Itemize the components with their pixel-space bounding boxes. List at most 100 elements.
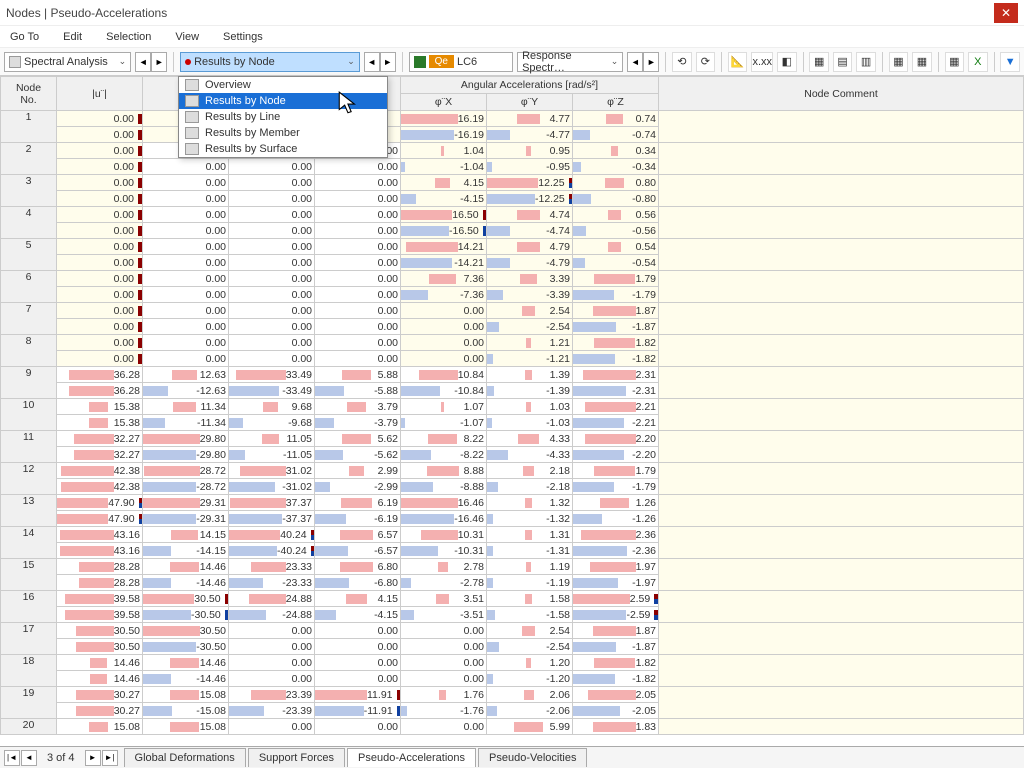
data-cell[interactable]: 0.00 — [315, 255, 401, 271]
data-cell[interactable]: -2.54 — [487, 639, 573, 655]
data-cell[interactable]: -37.37 — [229, 511, 315, 527]
comment-cell[interactable] — [659, 303, 1024, 335]
data-cell[interactable]: -11.05 — [229, 447, 315, 463]
node-id-cell[interactable]: 4 — [1, 207, 57, 239]
node-id-cell[interactable]: 13 — [1, 495, 57, 527]
last-page-button[interactable]: ►| — [102, 750, 118, 766]
data-cell[interactable]: 0.74 — [573, 111, 659, 127]
data-cell[interactable]: 0.00 — [143, 303, 229, 319]
data-cell[interactable]: 8.22 — [401, 431, 487, 447]
comment-cell[interactable] — [659, 463, 1024, 495]
tool-icon-4[interactable]: x.xx — [751, 52, 773, 72]
data-cell[interactable]: 2.05 — [573, 687, 659, 703]
comment-cell[interactable] — [659, 431, 1024, 463]
data-cell[interactable]: 0.00 — [57, 127, 143, 143]
data-cell[interactable]: 16.19 — [401, 111, 487, 127]
data-cell[interactable]: 0.00 — [229, 351, 315, 367]
data-cell[interactable]: 1.03 — [487, 399, 573, 415]
data-cell[interactable]: -2.59 — [573, 607, 659, 623]
footer-tab[interactable]: Pseudo-Accelerations — [347, 748, 476, 767]
data-cell[interactable]: 0.00 — [401, 719, 487, 735]
data-cell[interactable]: 0.00 — [315, 223, 401, 239]
data-cell[interactable]: 0.00 — [57, 271, 143, 287]
data-cell[interactable]: -1.39 — [487, 383, 573, 399]
comment-cell[interactable] — [659, 559, 1024, 591]
data-cell[interactable]: 0.00 — [401, 335, 487, 351]
data-cell[interactable]: 0.00 — [401, 351, 487, 367]
data-cell[interactable]: 0.00 — [401, 303, 487, 319]
prev-results-button[interactable]: ◄ — [364, 52, 380, 72]
data-cell[interactable]: 31.02 — [229, 463, 315, 479]
prev-lc-button[interactable]: ◄ — [627, 52, 643, 72]
filter-icon[interactable]: ▼ — [1000, 52, 1019, 72]
comment-cell[interactable] — [659, 335, 1024, 367]
data-cell[interactable]: 28.28 — [57, 559, 143, 575]
data-cell[interactable]: -2.99 — [315, 479, 401, 495]
comment-cell[interactable] — [659, 175, 1024, 207]
data-cell[interactable]: -8.22 — [401, 447, 487, 463]
data-cell[interactable]: 10.31 — [401, 527, 487, 543]
data-cell[interactable]: 29.31 — [143, 495, 229, 511]
node-id-cell[interactable]: 2 — [1, 143, 57, 175]
data-cell[interactable]: 0.00 — [57, 175, 143, 191]
data-cell[interactable]: -2.21 — [573, 415, 659, 431]
data-cell[interactable]: 1.31 — [487, 527, 573, 543]
data-cell[interactable]: -6.57 — [315, 543, 401, 559]
data-cell[interactable]: 0.00 — [229, 639, 315, 655]
data-cell[interactable]: 39.58 — [57, 607, 143, 623]
data-cell[interactable]: 1.87 — [573, 623, 659, 639]
footer-tab[interactable]: Pseudo-Velocities — [478, 748, 587, 767]
data-cell[interactable]: -1.76 — [401, 703, 487, 719]
comment-cell[interactable] — [659, 495, 1024, 527]
node-id-cell[interactable]: 7 — [1, 303, 57, 335]
data-cell[interactable]: 0.00 — [57, 159, 143, 175]
data-cell[interactable]: 0.00 — [315, 623, 401, 639]
next-page-button[interactable]: ► — [85, 750, 101, 766]
node-id-cell[interactable]: 17 — [1, 623, 57, 655]
tool-icon-1[interactable]: ⟲ — [672, 52, 691, 72]
data-cell[interactable]: 0.00 — [229, 671, 315, 687]
node-id-cell[interactable]: 19 — [1, 687, 57, 719]
tool-icon-11[interactable]: ▦ — [945, 52, 964, 72]
data-cell[interactable]: 1.58 — [487, 591, 573, 607]
data-cell[interactable]: -4.15 — [315, 607, 401, 623]
data-cell[interactable]: 0.00 — [315, 175, 401, 191]
data-cell[interactable]: 43.16 — [57, 543, 143, 559]
data-cell[interactable]: 0.00 — [315, 191, 401, 207]
data-cell[interactable]: -1.07 — [401, 415, 487, 431]
data-cell[interactable]: 0.00 — [229, 319, 315, 335]
data-cell[interactable]: 2.36 — [573, 527, 659, 543]
node-id-cell[interactable]: 16 — [1, 591, 57, 623]
data-cell[interactable]: 0.00 — [57, 255, 143, 271]
data-cell[interactable]: 15.38 — [57, 399, 143, 415]
data-cell[interactable]: 0.00 — [315, 335, 401, 351]
data-cell[interactable]: 15.08 — [57, 719, 143, 735]
data-cell[interactable]: 0.00 — [229, 303, 315, 319]
data-cell[interactable]: 0.00 — [229, 271, 315, 287]
data-cell[interactable]: 12.63 — [143, 367, 229, 383]
dropdown-item[interactable]: Overview — [179, 77, 387, 93]
comment-cell[interactable] — [659, 239, 1024, 271]
data-cell[interactable]: 0.00 — [57, 143, 143, 159]
data-cell[interactable]: 5.88 — [315, 367, 401, 383]
data-cell[interactable]: 9.68 — [229, 399, 315, 415]
data-cell[interactable]: 0.00 — [315, 351, 401, 367]
comment-cell[interactable] — [659, 399, 1024, 431]
data-cell[interactable]: 12.25 — [487, 175, 573, 191]
data-cell[interactable]: 30.50 — [143, 623, 229, 639]
data-cell[interactable]: -1.26 — [573, 511, 659, 527]
data-cell[interactable]: 1.32 — [487, 495, 573, 511]
data-cell[interactable]: -2.18 — [487, 479, 573, 495]
comment-cell[interactable] — [659, 207, 1024, 239]
data-cell[interactable]: 0.00 — [401, 655, 487, 671]
data-cell[interactable]: -31.02 — [229, 479, 315, 495]
data-cell[interactable]: 14.15 — [143, 527, 229, 543]
data-cell[interactable]: 0.80 — [573, 175, 659, 191]
data-cell[interactable]: 0.00 — [57, 223, 143, 239]
data-cell[interactable]: 0.00 — [57, 351, 143, 367]
data-cell[interactable]: -1.58 — [487, 607, 573, 623]
node-id-cell[interactable]: 5 — [1, 239, 57, 271]
comment-cell[interactable] — [659, 719, 1024, 735]
data-cell[interactable]: 37.37 — [229, 495, 315, 511]
data-cell[interactable]: -29.80 — [143, 447, 229, 463]
